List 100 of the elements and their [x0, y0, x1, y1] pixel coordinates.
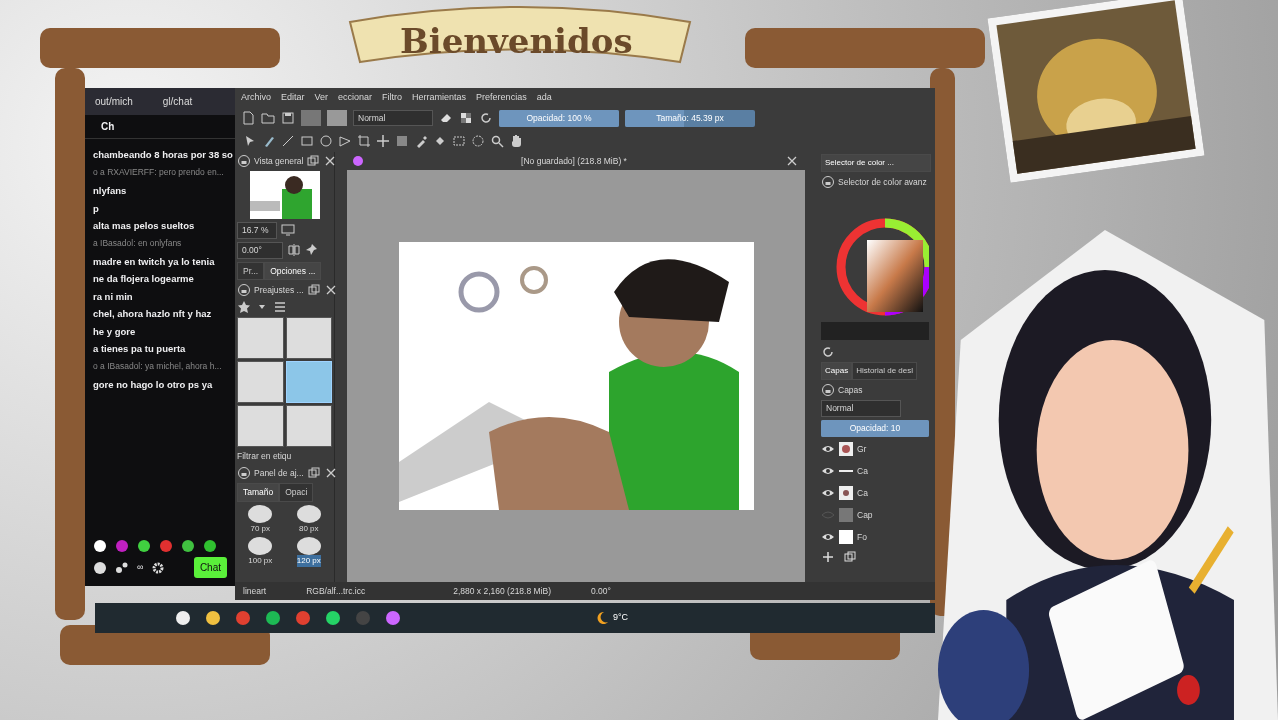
gradient-swatch[interactable] — [301, 110, 321, 126]
folder-icon[interactable] — [261, 111, 275, 125]
points-icon[interactable] — [115, 560, 129, 575]
panel-tab[interactable]: Opaci — [279, 483, 314, 502]
layer-row[interactable]: Cap — [821, 505, 931, 525]
rotation-field[interactable]: 0.00° — [237, 241, 283, 259]
chat-message: chel, ahora hazlo nft y haz — [93, 308, 213, 320]
chat-message: ne da flojera logearme — [93, 273, 195, 285]
menu-item[interactable]: Filtro — [382, 91, 403, 103]
folder-app-icon[interactable] — [205, 610, 221, 626]
move-icon[interactable] — [376, 134, 390, 148]
chat-button[interactable]: Chat — [193, 557, 227, 578]
layer-row[interactable]: Gr — [821, 439, 931, 459]
lock-icon[interactable] — [821, 383, 835, 397]
blend-mode-dropdown[interactable]: Normal — [353, 109, 433, 127]
mirror-icon[interactable] — [287, 243, 301, 258]
ellipse-icon[interactable] — [319, 134, 333, 148]
menu-item[interactable]: ada — [536, 91, 552, 103]
menu-item[interactable]: Herramientas — [412, 91, 467, 103]
brush-icon[interactable] — [262, 134, 276, 148]
crop-icon[interactable] — [357, 134, 371, 148]
weather-text: 9°C — [613, 611, 629, 625]
pattern-swatch[interactable] — [327, 110, 347, 126]
layer-thumbnail — [839, 470, 853, 473]
lock-icon[interactable] — [821, 175, 835, 189]
menu-icon[interactable] — [273, 300, 287, 315]
chat-app-icon[interactable] — [325, 610, 341, 626]
store-app-icon[interactable] — [175, 610, 191, 626]
chat-message: a tienes pa tu puerta — [93, 343, 187, 355]
brush-size-dot[interactable] — [296, 504, 321, 523]
menu-item[interactable]: Preferencias — [476, 91, 527, 103]
panel-tab[interactable]: Selector de color ... — [821, 154, 931, 172]
panel-tab[interactable]: Tamaño — [237, 483, 280, 502]
panel-tab[interactable]: Historial de desl — [852, 362, 918, 380]
size-slider[interactable]: Tamaño: 45.39 px — [625, 109, 755, 127]
emote-icon[interactable] — [181, 539, 195, 553]
lock-icon[interactable] — [237, 283, 251, 298]
layer-row[interactable]: Ca — [821, 461, 931, 481]
panel-tab[interactable]: Capas — [821, 362, 853, 380]
chat-message: alta mas pelos sueltos — [93, 219, 196, 232]
brush-size-dot[interactable] — [296, 536, 321, 555]
save-icon[interactable] — [281, 111, 295, 125]
emote-icon[interactable] — [93, 539, 107, 553]
monitor-icon[interactable] — [281, 223, 295, 238]
brush-preset[interactable] — [237, 361, 284, 404]
url-text: gl/chat — [162, 95, 193, 109]
browser-app-icon[interactable] — [235, 610, 251, 626]
hand-icon[interactable] — [509, 134, 523, 148]
float-icon[interactable] — [306, 466, 321, 480]
browser-app-icon[interactable] — [295, 610, 311, 626]
dashed-circle-icon[interactable] — [471, 134, 485, 148]
menu-item[interactable]: Ver — [314, 91, 329, 103]
size-label[interactable]: 120 px — [296, 554, 321, 567]
checker-icon[interactable] — [459, 111, 473, 125]
float-icon[interactable] — [306, 283, 321, 298]
menu-item[interactable]: eccionar — [338, 91, 373, 103]
brush-preset[interactable] — [285, 405, 332, 448]
emote-icon[interactable] — [203, 539, 217, 553]
polygon-icon[interactable] — [338, 134, 352, 148]
chat-message: madre en twitch ya lo tenia — [93, 256, 216, 268]
menu-item[interactable]: Editar — [281, 91, 305, 103]
lock-icon[interactable] — [237, 154, 251, 168]
panel-tab[interactable]: Opciones ... — [264, 261, 322, 281]
settings-icon[interactable] — [151, 560, 166, 575]
size-label[interactable]: 100 px — [248, 554, 273, 567]
reload-icon[interactable] — [479, 111, 493, 125]
gradient-icon[interactable] — [395, 134, 409, 148]
star-icon[interactable] — [237, 300, 251, 315]
plus-icon[interactable] — [821, 549, 835, 564]
line-icon[interactable] — [281, 134, 295, 148]
brush-preset[interactable] — [237, 405, 284, 448]
search-icon[interactable] — [490, 134, 504, 148]
smiley-icon[interactable] — [93, 560, 107, 575]
brush-size-dot[interactable] — [248, 536, 273, 555]
layer-row[interactable]: Ca — [821, 483, 931, 503]
rectangle-icon[interactable] — [300, 134, 314, 148]
brush-size-dot[interactable] — [248, 504, 273, 523]
zoom-dropdown[interactable]: 16.7 % — [237, 222, 277, 239]
duplicate-icon[interactable] — [843, 549, 857, 564]
brush-preset[interactable] — [237, 317, 284, 360]
panel-tab[interactable]: Pr... — [237, 261, 265, 281]
reply-text: o a RXAVIERFF: pero prendo en... — [93, 166, 225, 180]
size-label[interactable]: 70 px — [250, 522, 271, 535]
sync-icon[interactable] — [821, 345, 835, 359]
eraser-icon[interactable] — [439, 111, 453, 125]
emote-icon[interactable] — [137, 539, 151, 553]
brush-preset[interactable] — [285, 317, 332, 360]
layer-thumbnail — [839, 530, 853, 545]
menu-item[interactable]: Archivo — [241, 91, 271, 103]
paint-app-icon[interactable] — [385, 610, 401, 626]
layer-row[interactable]: Fo — [821, 527, 931, 547]
blend-mode-dropdown[interactable]: Normal — [821, 400, 901, 417]
file-icon[interactable] — [241, 111, 255, 125]
close-icon[interactable] — [785, 154, 799, 168]
music-app-icon[interactable] — [265, 610, 281, 626]
size-label[interactable]: 80 px — [298, 522, 319, 535]
lock-icon[interactable] — [237, 466, 251, 480]
float-icon[interactable] — [306, 154, 321, 168]
moon-icon — [595, 611, 609, 625]
dashed-rectangle-icon[interactable] — [452, 134, 466, 148]
